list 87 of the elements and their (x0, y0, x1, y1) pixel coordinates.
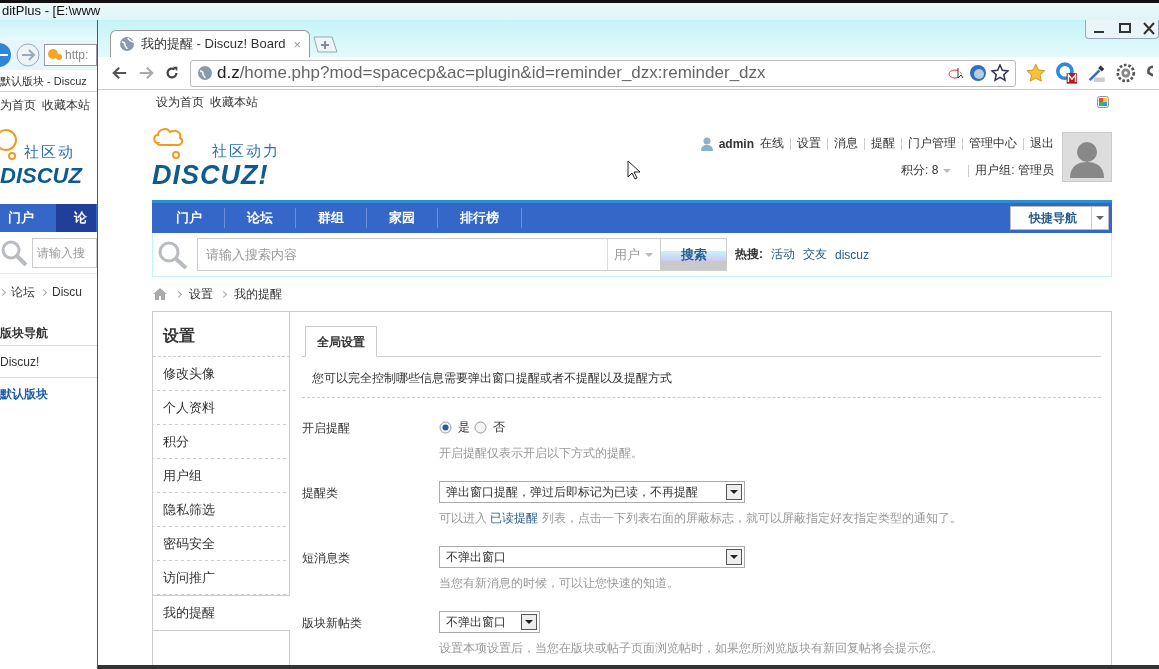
nav-item[interactable]: 论坛 (225, 208, 296, 228)
logo-text: DISCUZ (0, 162, 84, 190)
user-link[interactable]: 管理中心 (969, 135, 1017, 152)
caret-icon (1096, 216, 1104, 220)
breadcrumb-link[interactable]: 设置 (189, 285, 213, 303)
intro-text: 您可以完全控制哪些信息需要弹出窗口提醒或者不提醒以及提醒方式 (302, 357, 1101, 398)
sidebar-item[interactable]: 我的提醒 (153, 595, 290, 631)
logo-cloud-icon (0, 128, 20, 162)
sidebar-item[interactable]: 用户组 (153, 459, 290, 493)
color-square-icon[interactable] (1097, 96, 1109, 108)
search-icon (157, 239, 189, 270)
back-icon[interactable] (0, 42, 12, 68)
nav-item[interactable]: 门户 (0, 204, 56, 232)
user-link[interactable]: 退出 (1030, 135, 1054, 152)
field-label: 开启提醒 (302, 420, 351, 437)
address-field[interactable]: http: (44, 44, 97, 66)
hot-search-label: 热搜: (735, 246, 763, 263)
user-name-link[interactable]: admin (718, 136, 754, 151)
extension-m-icon[interactable] (1055, 61, 1077, 85)
option-label: 否 (493, 418, 505, 436)
online-status: 在线 (760, 135, 784, 152)
top-link[interactable]: 为首页 (0, 96, 36, 114)
dropdown[interactable]: 弹出窗口提醒，弹过后即标记为已读，不再提醒 (439, 481, 745, 503)
settings-icon[interactable] (1116, 62, 1136, 84)
cursor-ring-icon[interactable] (946, 65, 965, 81)
sidebar-item[interactable]: 访问推广 (153, 561, 290, 595)
nav-item[interactable]: 论 (56, 204, 96, 232)
caret-icon (644, 251, 654, 258)
user-group: 用户组: 管理员 (975, 162, 1054, 179)
logo-tagline: 社区动 (24, 143, 75, 162)
quick-nav-button[interactable]: 快捷导航 (1010, 206, 1109, 230)
avatar[interactable] (1062, 132, 1112, 182)
logo-text: DISCUZ! (152, 161, 270, 189)
star-outline-icon[interactable] (990, 64, 1009, 82)
search-button[interactable]: 搜索 (661, 238, 727, 271)
breadcrumb-link[interactable]: 我的提醒 (234, 285, 282, 303)
search-field[interactable]: 请输入搜索内容 (197, 238, 607, 271)
sidebar-title: 设置 (153, 312, 290, 357)
sidebar-item[interactable]: 积分 (153, 425, 290, 459)
cloud-icon (47, 48, 63, 62)
logo-tagline: 社区动力 (212, 142, 280, 161)
hint-text: 设置本项设置后，当您在版块或帖子页面浏览帖时，如果您所浏览版块有新回复帖将会提示您。 (439, 640, 943, 657)
user-icon (700, 136, 713, 151)
top-link[interactable]: 设为首页 (156, 93, 204, 111)
new-tab-icon[interactable] (312, 35, 338, 53)
hot-search-link[interactable]: 活动 (771, 246, 795, 263)
sidebar-item[interactable]: 修改头像 (153, 357, 290, 391)
field-label: 短消息类 (302, 550, 351, 567)
cursor-icon (627, 160, 641, 180)
hint-text: 开启提醒仅表示开启以下方式的提醒。 (439, 445, 643, 462)
hot-search-link[interactable]: 交友 (803, 246, 827, 263)
sidebar-item[interactable]: 密码安全 (153, 527, 290, 561)
radio-button[interactable] (474, 420, 487, 434)
star-icon[interactable] (1025, 62, 1046, 84)
radio-button[interactable] (439, 420, 452, 434)
hot-search-link[interactable]: discuz (835, 247, 869, 262)
nav-item[interactable]: 门户 (154, 208, 225, 228)
caret-icon (942, 167, 953, 174)
sidebar-item[interactable]: 默认版块 (0, 378, 97, 410)
option-label: 是 (458, 418, 470, 436)
address-field[interactable]: d.z/home.php?mod=spacecp&ac=plugin&id=reminder_dzx:reminder_dzx (189, 59, 1016, 87)
back-arrow-icon[interactable] (112, 65, 128, 81)
tab[interactable]: 全局设置 (305, 326, 377, 357)
hint-link[interactable]: 已读提醒 (490, 511, 539, 525)
user-link[interactable]: 门户管理 (908, 135, 956, 152)
nav-item[interactable]: 群组 (296, 208, 367, 228)
sidebar-item[interactable]: 隐私筛选 (153, 493, 290, 527)
dropdown[interactable]: 不弹出窗口 (439, 611, 540, 633)
hint-text: 当您有新消息的时候，可以让您快速的知道。 (439, 575, 680, 592)
breadcrumb-link[interactable]: 论坛 (11, 283, 35, 301)
browser-tab[interactable]: 我的提醒 - Discuz! Board × (110, 30, 310, 57)
breadcrumb-link[interactable]: Discu (52, 285, 82, 299)
search-icon (0, 238, 28, 267)
dropdown[interactable]: 不弹出窗口 (439, 546, 745, 568)
field-label: 版块新帖类 (302, 615, 363, 632)
user-link[interactable]: 消息 (834, 135, 858, 152)
hint-text: 可以进入 已读提醒 列表，点击一下列表右面的屏蔽标志，就可以屏蔽指定好友指定类型的通知了。 (439, 510, 962, 527)
user-link[interactable]: 提醒 (871, 135, 895, 152)
sidebar-item[interactable]: 个人资料 (153, 391, 290, 425)
credits-link[interactable]: 积分: 8 (901, 162, 953, 179)
window-title: ditPlus - [E:\www (2, 3, 101, 18)
top-link[interactable]: 收藏本站 (42, 96, 90, 114)
field-label: 提醒类 (302, 485, 339, 502)
nav-item[interactable]: 家园 (367, 208, 438, 228)
user-link[interactable]: 设置 (797, 135, 821, 152)
top-link[interactable]: 收藏本站 (210, 93, 258, 111)
nav-item[interactable]: 排行榜 (438, 208, 522, 228)
